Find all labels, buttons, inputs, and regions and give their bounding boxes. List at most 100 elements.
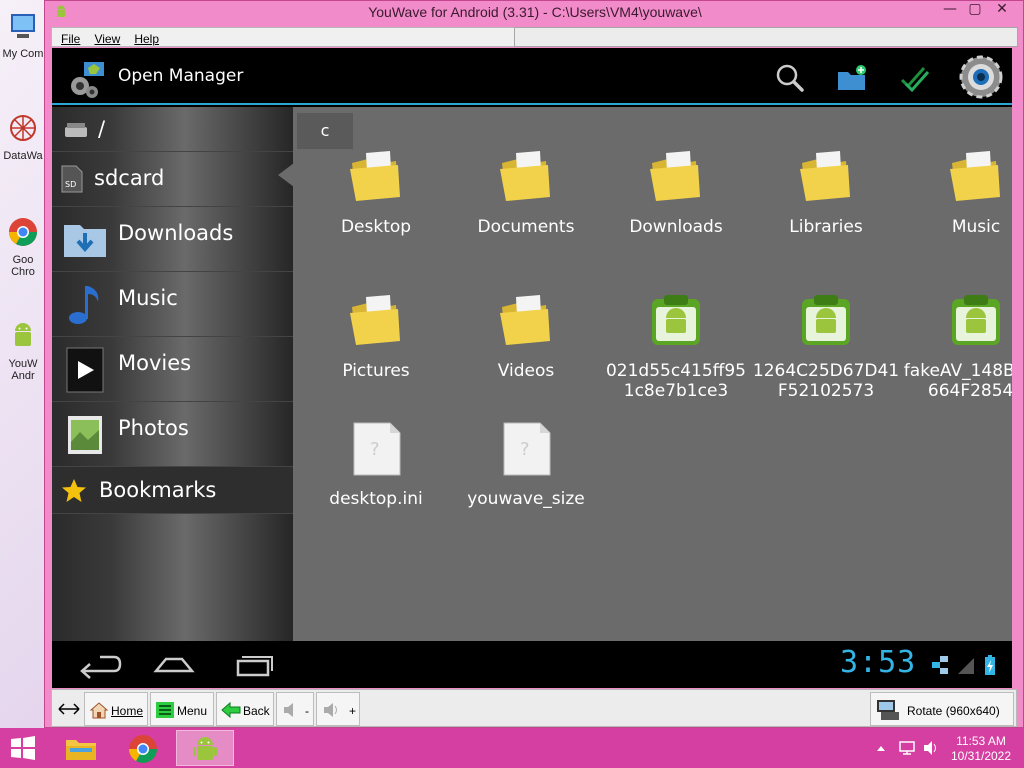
photos-icon xyxy=(68,416,102,454)
tray-expand-icon[interactable] xyxy=(876,744,886,752)
file-item[interactable]: fakeAV_148B76C664F2854E xyxy=(901,291,1012,401)
file-item[interactable]: Music xyxy=(901,147,1012,237)
desktop-icon-label: DataWa xyxy=(3,150,43,162)
file-explorer-icon xyxy=(66,740,96,760)
title-bar[interactable]: YouWave for Android (3.31) - C:\Users\VM… xyxy=(45,1,1024,25)
folder-icon xyxy=(800,151,850,201)
folder-icon xyxy=(500,151,550,201)
android-screen: Open Manager / SD sdcard Downloads Music… xyxy=(52,48,1012,688)
settings-gear-icon[interactable] xyxy=(956,52,1006,102)
desktop-icon-label: YouW Andr xyxy=(8,358,38,382)
desktop-icon-datawatch[interactable]: DataWa xyxy=(0,112,46,162)
sidebar-item-label: Music xyxy=(118,286,178,310)
sidebar-item-root[interactable]: / xyxy=(52,107,293,152)
youwave-window: YouWave for Android (3.31) - C:\Users\VM… xyxy=(44,0,1024,728)
sidebar: / SD sdcard Downloads Music Movies Photo… xyxy=(52,107,294,641)
sidebar-item-label: Movies xyxy=(118,351,192,375)
tray-volume-icon[interactable] xyxy=(922,740,940,756)
menu-button[interactable]: Menu xyxy=(150,692,214,726)
new-folder-icon[interactable] xyxy=(832,58,872,98)
sidebar-item-photos[interactable]: Photos xyxy=(52,402,293,467)
drive-icon xyxy=(65,123,87,137)
rotate-button-label: Rotate (960x640) xyxy=(907,704,1000,718)
unknown-file-icon: ? xyxy=(503,422,551,476)
tray-clock[interactable]: 11:53 AM 10/31/2022 xyxy=(946,734,1016,764)
file-item[interactable]: 021d55c415ff951c8e7b1ce3 xyxy=(601,291,751,401)
multi-select-icon[interactable] xyxy=(894,58,934,98)
file-item[interactable]: Desktop xyxy=(301,147,451,237)
file-item[interactable]: Libraries xyxy=(751,147,901,237)
android-icon xyxy=(15,323,31,346)
search-icon[interactable] xyxy=(770,58,810,98)
menu-button-label: Menu xyxy=(177,704,208,718)
tray-time: 11:53 AM xyxy=(956,734,1006,748)
volume-down-button[interactable]: - xyxy=(276,692,314,726)
back-button[interactable]: Back xyxy=(216,692,274,726)
resize-arrows-button[interactable] xyxy=(54,692,84,726)
battery-icon xyxy=(985,655,995,675)
recent-apps-icon[interactable] xyxy=(228,649,280,679)
rotate-button[interactable]: Rotate (960x640) xyxy=(870,692,1014,726)
volume-up-button[interactable]: + xyxy=(316,692,360,726)
speaker-loud-icon xyxy=(324,703,337,717)
sidebar-item-downloads[interactable]: Downloads xyxy=(52,207,293,272)
desktop-icon-my-computer[interactable]: My Com xyxy=(0,10,46,60)
sidebar-item-bookmarks[interactable]: Bookmarks xyxy=(52,467,293,514)
menu-view[interactable]: View xyxy=(94,32,120,46)
file-item[interactable]: Pictures xyxy=(301,291,451,381)
maximize-button[interactable]: ▢ xyxy=(960,1,990,21)
sidebar-item-music[interactable]: Music xyxy=(52,272,293,337)
home-button[interactable]: Home xyxy=(84,692,148,726)
chrome-icon xyxy=(129,735,157,763)
file-item[interactable]: ? youwave_size xyxy=(451,419,601,509)
close-button[interactable]: ✕ xyxy=(987,1,1017,21)
file-name: fakeAV_148B76C664F2854E xyxy=(903,361,1012,401)
speaker-icon xyxy=(284,703,293,717)
svg-text:?: ? xyxy=(370,439,380,460)
taskbar: 11:53 AM 10/31/2022 xyxy=(0,728,1024,768)
rotate-keyboard-icon xyxy=(877,700,899,720)
file-item[interactable]: Videos xyxy=(451,291,601,381)
taskbar-file-explorer[interactable] xyxy=(54,730,110,766)
folder-icon xyxy=(350,295,400,345)
signal-icon xyxy=(958,658,974,674)
apk-package-icon xyxy=(802,295,850,345)
desktop-icon-chrome[interactable]: Goo Chro xyxy=(0,216,46,278)
downloads-folder-icon xyxy=(64,225,106,257)
file-name: Documents xyxy=(477,217,575,237)
android-icon xyxy=(193,737,217,760)
unknown-file-icon: ? xyxy=(353,422,401,476)
taskbar-youwave[interactable] xyxy=(176,730,234,766)
sidebar-item-label: Bookmarks xyxy=(99,478,217,502)
file-item[interactable]: 1264C25D67D41F52102573 xyxy=(751,291,901,401)
sidebar-item-movies[interactable]: Movies xyxy=(52,337,293,402)
horizontal-arrows-icon xyxy=(58,703,80,715)
menu-list-icon xyxy=(156,702,174,718)
file-name: 021d55c415ff951c8e7b1ce3 xyxy=(605,361,746,401)
menu-file[interactable]: File xyxy=(61,32,80,46)
folder-icon xyxy=(950,151,1000,201)
desktop-icon-youwave[interactable]: YouW Andr xyxy=(0,320,46,382)
sidebar-item-sdcard[interactable]: SD sdcard xyxy=(52,152,293,207)
apk-package-icon xyxy=(952,295,1000,345)
menu-help[interactable]: Help xyxy=(134,32,159,46)
android-nav-bar: 3:53 xyxy=(52,641,1012,688)
file-name: Pictures xyxy=(342,361,410,381)
folder-icon xyxy=(500,295,550,345)
file-item[interactable]: Documents xyxy=(451,147,601,237)
breadcrumb[interactable]: c xyxy=(297,113,353,149)
back-nav-icon[interactable] xyxy=(70,649,122,679)
file-name: Libraries xyxy=(789,217,863,237)
file-item[interactable]: Downloads xyxy=(601,147,751,237)
home-nav-icon[interactable] xyxy=(148,649,200,679)
tray-network-icon[interactable] xyxy=(898,740,916,756)
taskbar-chrome[interactable] xyxy=(116,730,172,766)
star-icon xyxy=(62,479,86,502)
windows-start-icon[interactable] xyxy=(10,736,36,760)
file-name: Music xyxy=(951,217,1001,237)
file-name: Desktop xyxy=(340,217,412,237)
open-manager-logo-icon[interactable] xyxy=(66,56,110,100)
chrome-icon xyxy=(9,218,37,246)
sidebar-item-label: sdcard xyxy=(94,166,165,190)
file-item[interactable]: ? desktop.ini xyxy=(301,419,451,509)
